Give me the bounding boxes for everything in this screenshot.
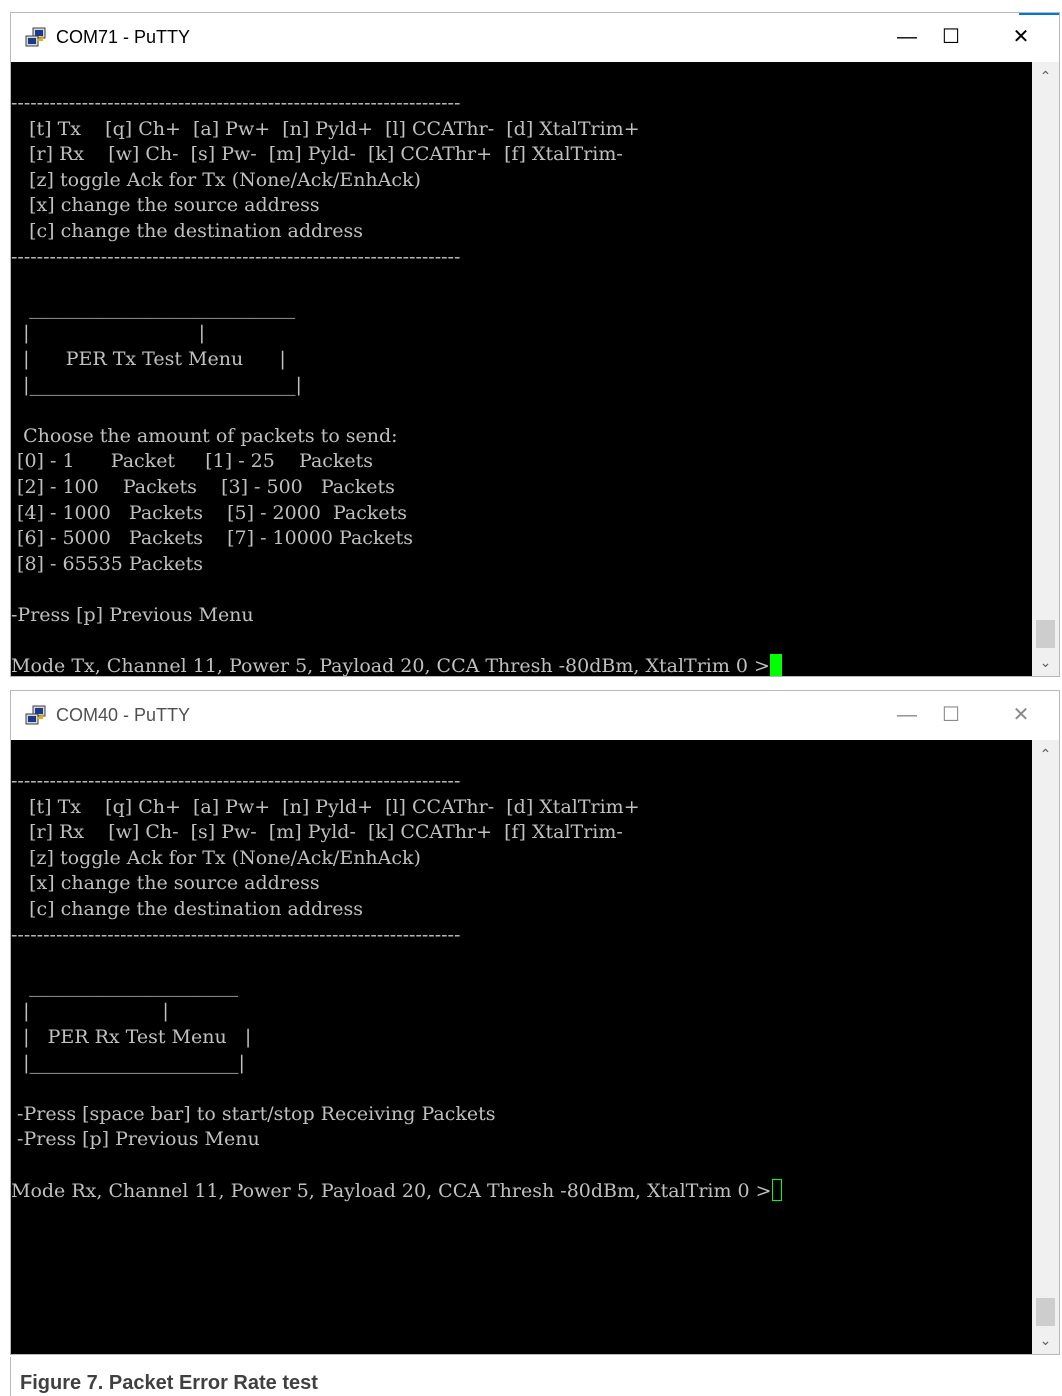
terminal-line: | PER Tx Test Menu | (11, 348, 286, 370)
vertical-scrollbar[interactable]: ⌃ ⌄ (1032, 62, 1059, 676)
title-bar[interactable]: COM71 - PuTTY — ☐ ✕ (11, 13, 1059, 62)
chevron-up-icon[interactable]: ⌃ (1032, 742, 1059, 766)
terminal-line: ----------------------------------------… (11, 92, 461, 114)
terminal-line: [z] toggle Ack for Tx (None/Ack/EnhAck) (11, 168, 421, 191)
title-bar[interactable]: COM40 - PuTTY — ☐ ✕ (11, 691, 1059, 740)
chevron-up-icon[interactable]: ⌃ (1032, 64, 1059, 88)
terminal-line: [x] change the source address (11, 194, 320, 217)
terminal-line: | | (11, 1000, 169, 1023)
terminal-output[interactable]: ----------------------------------------… (11, 62, 1032, 676)
terminal-line: ----------------------------------------… (11, 245, 461, 268)
terminal-cursor (769, 654, 782, 676)
terminal-cursor (771, 1178, 782, 1201)
terminal-line: | | (11, 322, 205, 345)
scroll-thumb[interactable] (1036, 620, 1055, 648)
figure-caption: Figure 7. Packet Error Rate test (20, 1372, 318, 1394)
putty-window-com71[interactable]: COM71 - PuTTY — ☐ ✕ --------------------… (10, 12, 1060, 677)
terminal-line: ----------------------------------------… (11, 923, 461, 946)
putty-window-com40[interactable]: COM40 - PuTTY — ☐ ✕ --------------------… (10, 690, 1060, 1355)
scroll-thumb[interactable] (1036, 1298, 1055, 1326)
minimize-button[interactable]: — (887, 701, 927, 729)
terminal-line: [4] - 1000 Packets [5] - 2000 Packets (11, 501, 408, 524)
terminal-line: [2] - 100 Packets [3] - 500 Packets (11, 476, 395, 498)
terminal-line: Mode Tx, Channel 11, Power 5, Payload 20… (11, 654, 782, 676)
terminal-line: [t] Tx [q] Ch+ [a] Pw+ [n] Pyld+ [l] CCA… (11, 795, 640, 818)
chevron-down-icon[interactable]: ⌄ (1032, 650, 1059, 674)
terminal-line: [x] change the source address (11, 872, 320, 895)
putty-icon (25, 705, 46, 725)
close-button[interactable]: ✕ (1001, 23, 1041, 51)
terminal-line: [6] - 5000 Packets [7] - 10000 Packets (11, 527, 414, 550)
terminal-line: -Press [space bar] to start/stop Receivi… (11, 1102, 496, 1125)
maximize-button[interactable]: ☐ (931, 701, 971, 729)
terminal-line: -Press [p] Previous Menu (11, 604, 254, 626)
terminal-line: [t] Tx [q] Ch+ [a] Pw+ [n] Pyld+ [l] CCA… (11, 117, 640, 140)
terminal-line: Mode Rx, Channel 11, Power 5, Payload 20… (11, 1178, 782, 1203)
terminal-line: Choose the amount of packets to send: (11, 424, 398, 447)
terminal-line: [c] change the destination address (11, 220, 364, 242)
caption-rule (10, 1357, 11, 1396)
chevron-down-icon[interactable]: ⌄ (1032, 1328, 1059, 1352)
terminal-line: |____________________________| (11, 373, 302, 396)
terminal-line: [r] Rx [w] Ch- [s] Pw- [m] Pyld- [k] CCA… (11, 143, 623, 166)
window-title: COM71 - PuTTY (56, 27, 191, 47)
terminal-line: -Press [p] Previous Menu (11, 1128, 260, 1151)
terminal-line: ______________________ (11, 974, 239, 997)
vertical-scrollbar[interactable]: ⌃ ⌄ (1032, 740, 1059, 1354)
terminal-line: [8] - 65535 Packets (11, 552, 203, 575)
close-button[interactable]: ✕ (1001, 701, 1041, 729)
title-accent (1019, 13, 1059, 15)
terminal-line: | PER Rx Test Menu | (11, 1026, 252, 1048)
terminal-output[interactable]: ----------------------------------------… (11, 740, 1032, 1354)
terminal-line: |______________________| (11, 1051, 245, 1074)
terminal-line: [0] - 1 Packet [1] - 25 Packets (11, 450, 374, 473)
terminal-line: [r] Rx [w] Ch- [s] Pw- [m] Pyld- [k] CCA… (11, 821, 623, 844)
terminal-line: ____________________________ (11, 296, 296, 319)
putty-icon (25, 27, 46, 47)
maximize-button[interactable]: ☐ (931, 23, 971, 51)
terminal-line: [z] toggle Ack for Tx (None/Ack/EnhAck) (11, 846, 421, 869)
minimize-button[interactable]: — (887, 23, 927, 51)
terminal-line: ----------------------------------------… (11, 770, 461, 792)
terminal-line: [c] change the destination address (11, 898, 364, 920)
window-title: COM40 - PuTTY (56, 705, 191, 725)
